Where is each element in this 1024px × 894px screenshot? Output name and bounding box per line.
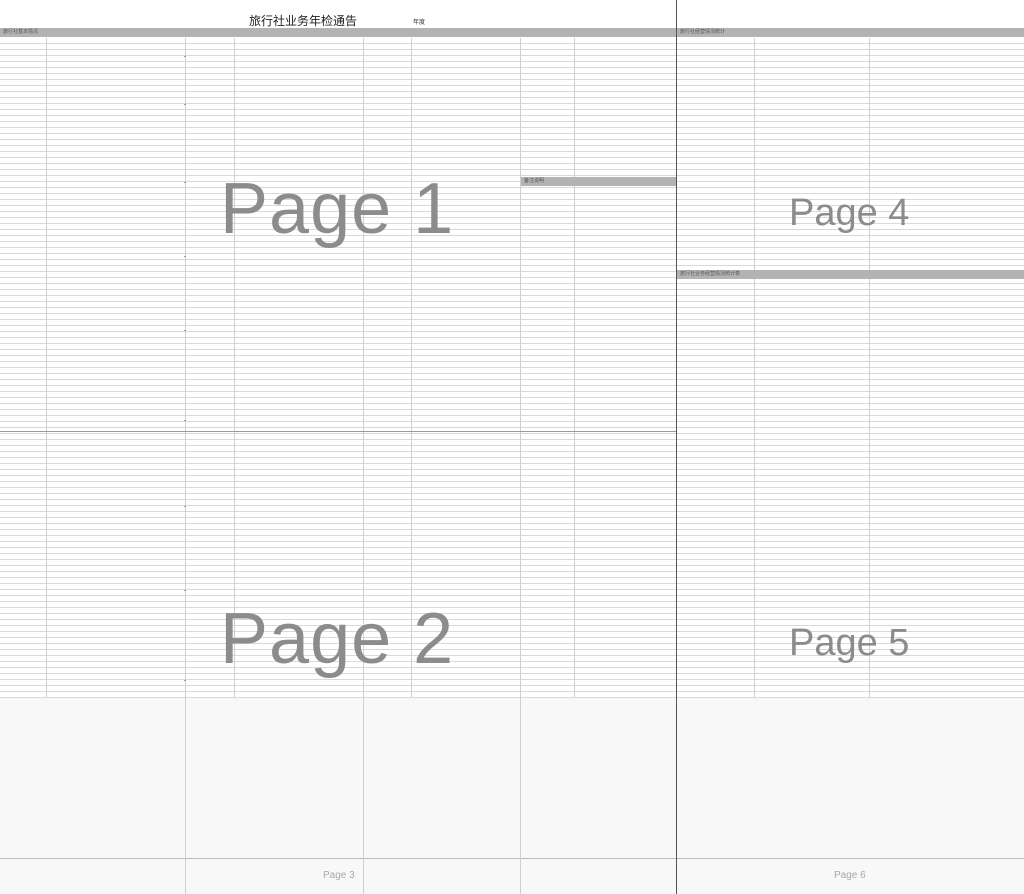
- column-line: [363, 38, 364, 894]
- page-watermark-2: Page 2: [220, 599, 455, 679]
- cell-marker: [184, 256, 186, 257]
- print-area-blank-region: [0, 698, 1024, 894]
- column-line: [185, 38, 186, 894]
- cell-marker: [184, 506, 186, 507]
- cell-marker: [184, 420, 186, 421]
- cell-marker: [184, 330, 186, 331]
- column-line: [574, 38, 575, 698]
- section-band-notes[interactable]: 备注说明: [521, 177, 676, 186]
- cell-marker: [184, 590, 186, 591]
- sheet-title-suffix: 年度: [413, 19, 426, 26]
- cell-marker: [184, 104, 186, 105]
- page-watermark-4: Page 4: [789, 192, 910, 234]
- column-line: [46, 38, 47, 698]
- section-band-basic-info[interactable]: 旅行社基本情况: [0, 28, 676, 37]
- spreadsheet-page-break-preview: 旅行社业务年检通告 年度 旅行社基本情况 备注说明 旅行社经营情况统计 旅行社业…: [0, 0, 1024, 894]
- page-break-divider[interactable]: [676, 0, 677, 894]
- column-line: [869, 38, 870, 698]
- page-watermark-1: Page 1: [220, 169, 455, 249]
- column-line: [520, 38, 521, 894]
- section-band-business-stats[interactable]: 旅行社经营情况统计: [677, 28, 1024, 37]
- column-line: [754, 38, 755, 698]
- cell-marker: [184, 182, 186, 183]
- page-watermark-3: Page 3: [323, 870, 355, 881]
- row-gridlines: [0, 38, 1024, 698]
- sheet-title: 旅行社业务年检通告: [249, 14, 358, 28]
- cell-marker: [184, 56, 186, 57]
- page-watermark-6: Page 6: [834, 870, 866, 881]
- page-footer-line: [0, 858, 1024, 859]
- page-watermark-5: Page 5: [789, 622, 910, 664]
- page-break-horizontal[interactable]: [0, 431, 676, 432]
- section-band-business-table[interactable]: 旅行社业务经营情况统计表: [677, 270, 1024, 279]
- cell-marker: [184, 680, 186, 681]
